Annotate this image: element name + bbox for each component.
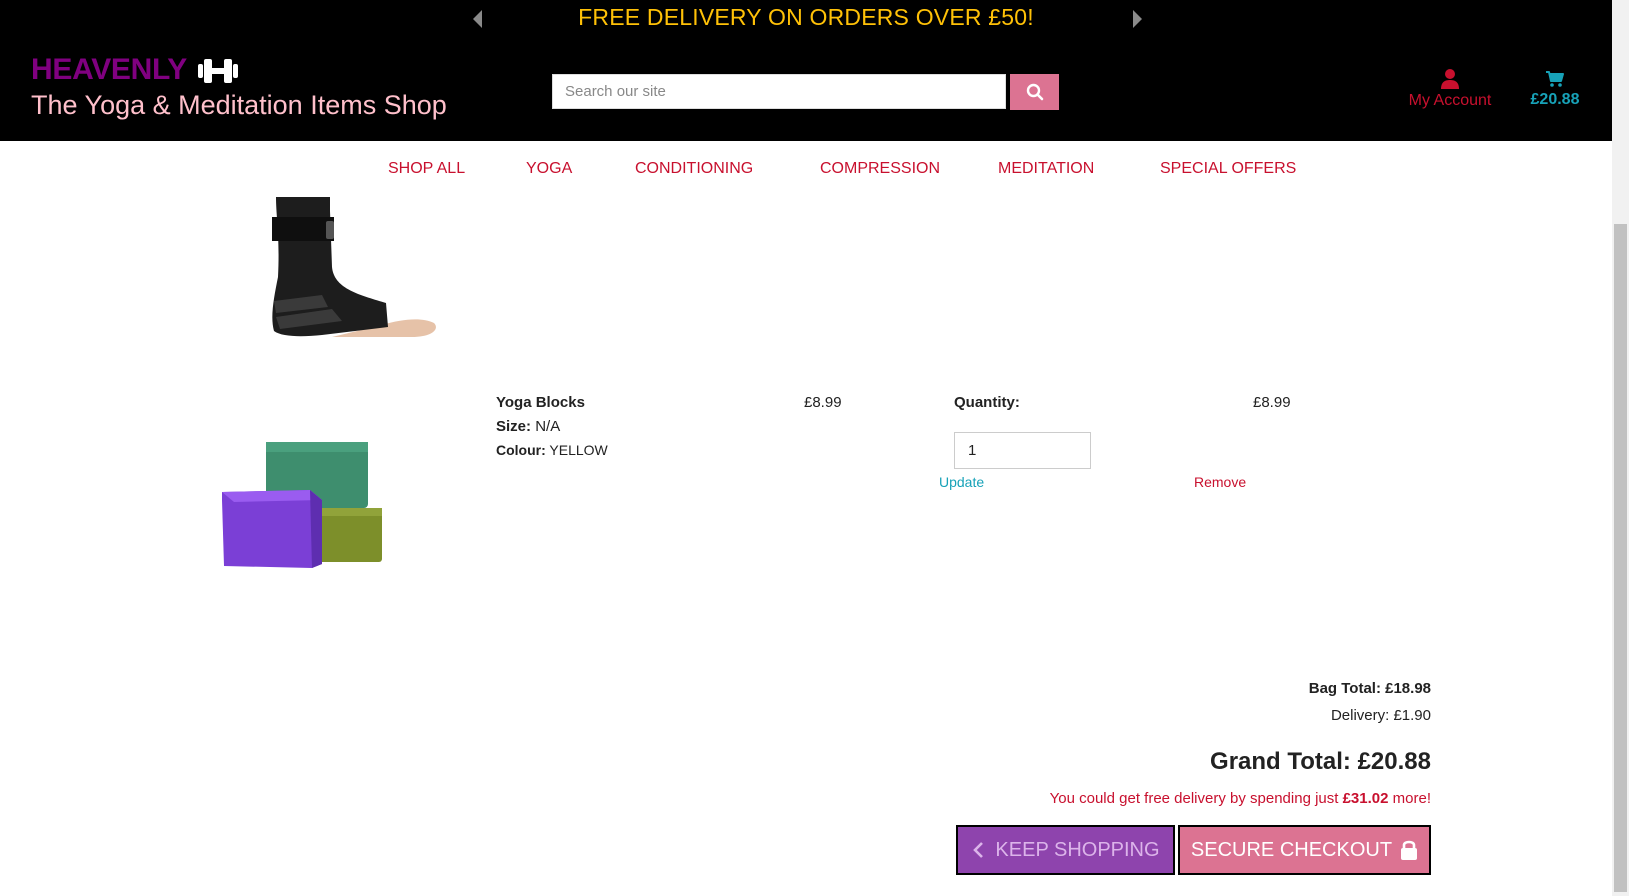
size-label: Size: (496, 418, 532, 435)
lock-icon (1401, 840, 1418, 860)
search-button[interactable] (1010, 74, 1059, 110)
nav-shop-all[interactable]: SHOP ALL (388, 160, 465, 178)
cart-total: £20.88 (1530, 91, 1580, 108)
colour-value: YELLOW (549, 442, 608, 458)
brand-tagline: The Yoga & Meditation Items Shop (31, 90, 447, 120)
product-size: Size: N/A (496, 418, 560, 435)
search-input[interactable] (552, 74, 1006, 109)
secure-checkout-button[interactable]: SECURE CHECKOUT (1178, 825, 1431, 875)
free-delivery-amount: £31.02 (1342, 790, 1389, 807)
dumbbell-icon (197, 57, 239, 90)
free-delivery-message: You could get free delivery by spending … (1050, 790, 1431, 807)
product-name: Yoga Blocks (496, 394, 585, 411)
nav-compression[interactable]: COMPRESSION (820, 160, 940, 178)
promo-text: FREE DELIVERY ON ORDERS OVER £50! (578, 4, 1034, 30)
nav-special-offers[interactable]: SPECIAL OFFERS (1160, 160, 1296, 178)
brand-name[interactable]: HEAVENLY (31, 53, 187, 87)
chevron-left-icon (973, 842, 984, 858)
update-link[interactable]: Update (939, 474, 984, 490)
size-value: N/A (535, 418, 561, 435)
quantity-input[interactable] (954, 432, 1091, 469)
nav-conditioning[interactable]: CONDITIONING (635, 160, 753, 178)
bag-total: Bag Total: £18.98 (1308, 680, 1431, 697)
grand-total: Grand Total: £20.88 (1210, 748, 1431, 775)
promo-next-arrow-icon[interactable] (1127, 8, 1147, 30)
product-subtotal: £8.99 (1253, 394, 1291, 411)
header-banner: FREE DELIVERY ON ORDERS OVER £50! HEAVEN… (0, 0, 1612, 141)
my-account-link[interactable]: My Account (1395, 68, 1505, 110)
free-delivery-suffix: more! (1388, 790, 1431, 807)
secure-checkout-label: SECURE CHECKOUT (1190, 838, 1393, 861)
cart-link[interactable]: £20.88 (1520, 68, 1590, 109)
product-image-yoga-blocks[interactable] (220, 440, 390, 575)
keep-shopping-label: KEEP SHOPPING (995, 838, 1160, 861)
product-price: £8.99 (804, 394, 842, 411)
main-nav: SHOP ALL YOGA CONDITIONING COMPRESSION M… (0, 141, 1612, 197)
nav-meditation[interactable]: MEDITATION (998, 160, 1094, 178)
my-account-label: My Account (1408, 92, 1492, 109)
free-delivery-prefix: You could get free delivery by spending … (1049, 790, 1343, 807)
scrollbar-thumb[interactable] (1614, 224, 1627, 892)
nav-yoga[interactable]: YOGA (526, 160, 572, 178)
colour-label: Colour: (496, 442, 546, 458)
keep-shopping-button[interactable]: KEEP SHOPPING (956, 825, 1175, 875)
product-colour: Colour: YELLOW (496, 442, 608, 458)
delivery-cost: Delivery: £1.90 (1330, 707, 1431, 724)
remove-link[interactable]: Remove (1194, 474, 1246, 490)
search-icon (1026, 83, 1043, 101)
product-image-ankle-compression[interactable] (262, 197, 442, 348)
user-icon (1441, 69, 1459, 89)
cart-icon (1546, 71, 1564, 87)
quantity-label: Quantity: (954, 394, 1020, 411)
